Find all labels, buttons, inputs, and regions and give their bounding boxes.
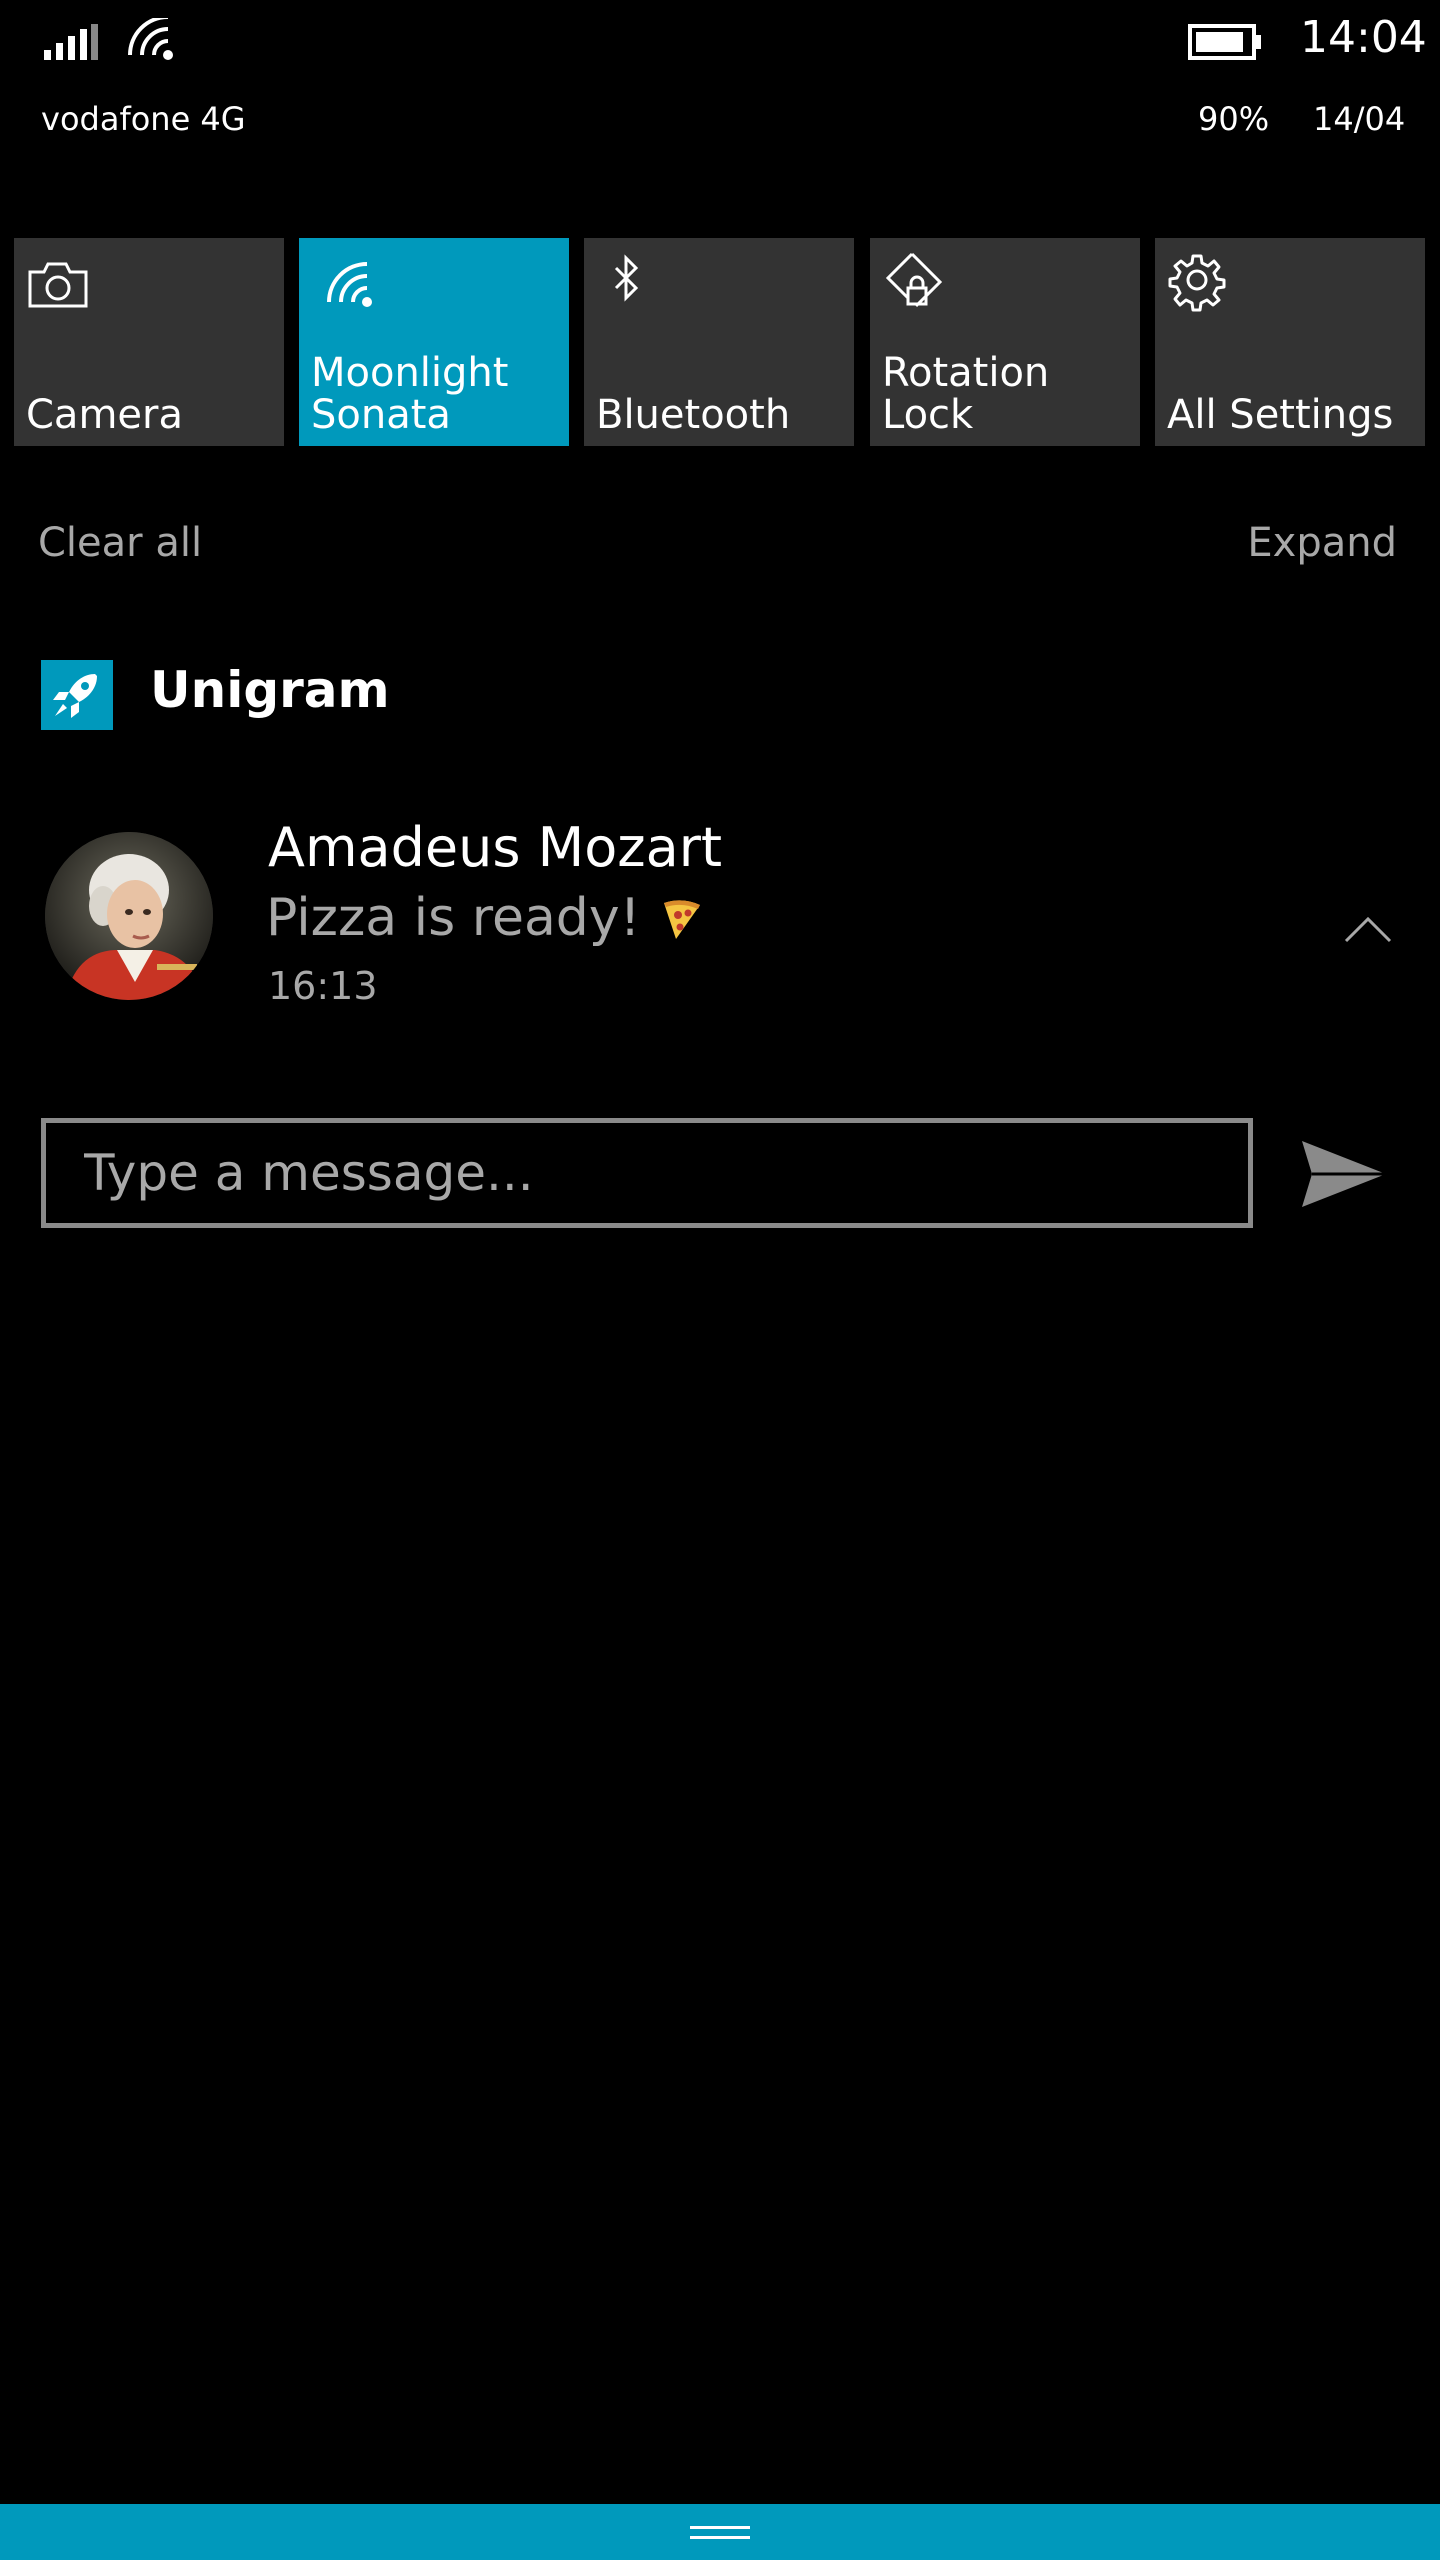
quick-action-rotation-lock[interactable]: Rotation Lock <box>870 238 1140 446</box>
message-preview: Pizza is ready! <box>266 888 704 948</box>
clock-time: 14:04 <box>1300 12 1427 63</box>
chevron-up-icon[interactable] <box>1340 905 1396 953</box>
quick-action-label: All Settings <box>1167 392 1394 438</box>
quick-action-label: Moonlight Sonata <box>311 350 509 438</box>
app-icon <box>41 660 113 730</box>
message-time: 16:13 <box>268 964 378 1008</box>
rotation-lock-icon <box>885 252 943 308</box>
date-label: 14/04 <box>1313 100 1406 138</box>
quick-action-wifi[interactable]: Moonlight Sonata <box>299 238 569 446</box>
message-input[interactable] <box>41 1118 1253 1228</box>
battery-percentage: 90% <box>1198 100 1270 138</box>
quick-action-label: Camera <box>26 392 183 438</box>
quick-action-label: Rotation Lock <box>882 350 1050 438</box>
sender-name: Amadeus Mozart <box>268 816 723 879</box>
carrier-label: vodafone 4G <box>41 100 246 138</box>
avatar <box>45 832 213 1000</box>
drag-handle-icon <box>690 2526 750 2539</box>
pizza-icon <box>664 900 701 939</box>
send-icon[interactable] <box>1298 1135 1390 1213</box>
quick-action-bluetooth[interactable]: Bluetooth <box>584 238 854 446</box>
message-text: Pizza is ready! <box>266 888 641 948</box>
avatar-portrait <box>45 832 213 1000</box>
expand-button[interactable]: Expand <box>1247 520 1397 566</box>
quick-action-all-settings[interactable]: All Settings <box>1155 238 1425 446</box>
camera-icon <box>28 262 88 308</box>
battery-icon <box>1188 24 1261 60</box>
quick-action-camera[interactable]: Camera <box>14 238 284 446</box>
signal-bars-icon <box>44 24 98 60</box>
app-name: Unigram <box>150 661 390 719</box>
wifi-icon <box>327 262 372 307</box>
wifi-icon <box>128 18 173 60</box>
quick-action-label: Bluetooth <box>596 392 791 438</box>
bluetooth-icon <box>614 254 639 302</box>
gear-icon <box>1168 254 1226 312</box>
rocket-icon <box>53 674 97 718</box>
clear-all-button[interactable]: Clear all <box>38 520 202 566</box>
action-center-handle-bar[interactable] <box>0 2504 1440 2560</box>
